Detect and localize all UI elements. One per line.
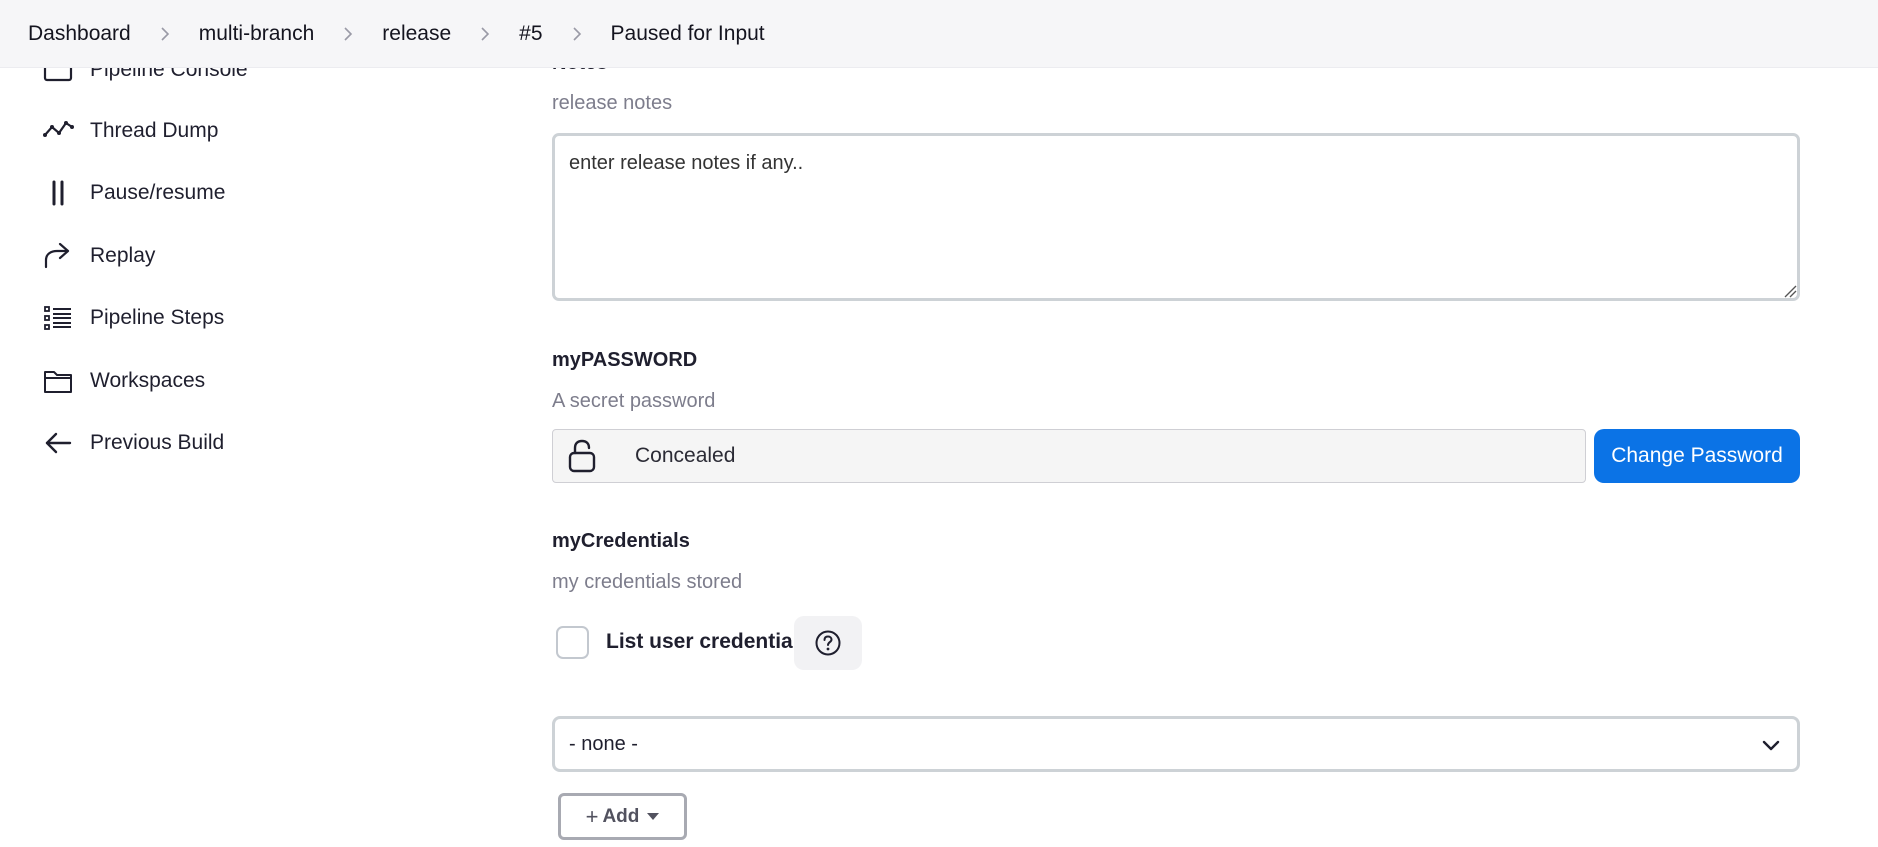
- add-button-label: Add: [602, 805, 640, 827]
- chevron-right-icon: [451, 26, 519, 42]
- chevron-right-icon: [314, 26, 382, 42]
- breadcrumb-item-build[interactable]: #5: [519, 22, 542, 46]
- breadcrumb-link[interactable]: #5: [519, 22, 542, 46]
- list-user-credentials-checkbox[interactable]: [556, 626, 589, 659]
- pause-icon: [40, 175, 76, 211]
- breadcrumb-current-label: Paused for Input: [610, 21, 765, 45]
- folder-icon: [40, 363, 76, 399]
- breadcrumb-item-multi-branch[interactable]: multi-branch: [199, 22, 315, 46]
- plus-icon: +: [585, 803, 599, 829]
- breadcrumb-item-current: Paused for Input: [611, 22, 765, 46]
- sidebar-item-label: Workspaces: [90, 369, 206, 392]
- breadcrumb-item-release[interactable]: release: [382, 22, 451, 46]
- help-button[interactable]: [794, 616, 862, 670]
- caret-down-icon: [647, 813, 660, 820]
- password-title: myPASSWORD: [552, 349, 698, 371]
- change-password-button[interactable]: Change Password: [1594, 429, 1800, 483]
- question-circle-icon: [815, 630, 841, 656]
- line-chart-icon: [40, 113, 76, 149]
- sidebar-item-previous-build[interactable]: Previous Build: [40, 423, 224, 463]
- chevron-down-icon: [1762, 740, 1780, 751]
- add-credentials-button[interactable]: + Add: [558, 793, 687, 840]
- breadcrumb-link[interactable]: multi-branch: [199, 22, 315, 46]
- sidebar-item-workspaces[interactable]: Workspaces: [40, 361, 205, 401]
- password-description: A secret password: [552, 390, 716, 412]
- password-concealed-field: Concealed: [552, 429, 1586, 483]
- arrow-left-icon: [40, 425, 76, 461]
- list-steps-icon: [40, 300, 76, 336]
- sidebar-item-label: Pause/resume: [90, 181, 226, 204]
- breadcrumb: Dashboard multi-branch release #5 Paused…: [0, 0, 1878, 68]
- notes-description: release notes: [552, 92, 673, 114]
- list-user-credentials-label[interactable]: List user credentials: [606, 630, 810, 654]
- sidebar-item-pause-resume[interactable]: Pause/resume: [40, 173, 225, 213]
- password-value: Concealed: [635, 444, 736, 467]
- credentials-title: myCredentials: [552, 530, 690, 552]
- chevron-right-icon: [131, 26, 199, 42]
- sidebar-item-label: Thread Dump: [90, 119, 219, 142]
- sidebar-item-label: Pipeline Steps: [90, 306, 225, 329]
- sidebar-item-label: Replay: [90, 244, 156, 267]
- breadcrumb-link[interactable]: release: [382, 22, 451, 46]
- sidebar-item-thread-dump[interactable]: Thread Dump: [40, 111, 218, 151]
- sidebar-item-label: Previous Build: [90, 431, 225, 454]
- lock-icon: [567, 438, 597, 474]
- sidebar-item-pipeline-steps[interactable]: Pipeline Steps: [40, 298, 224, 338]
- credentials-select-value: - none -: [569, 732, 638, 755]
- sidebar: Pipeline Console Thread Dump Pause/resum…: [0, 0, 520, 847]
- resize-grip-icon[interactable]: [1783, 284, 1797, 298]
- credentials-description: my credentials stored: [552, 571, 743, 593]
- chevron-right-icon: [543, 26, 611, 42]
- breadcrumb-item-dashboard[interactable]: Dashboard: [28, 22, 131, 46]
- notes-textarea[interactable]: enter release notes if any..: [552, 133, 1800, 301]
- breadcrumb-link[interactable]: Dashboard: [28, 22, 131, 46]
- sidebar-item-replay[interactable]: Replay: [40, 236, 155, 276]
- credentials-select[interactable]: - none -: [552, 716, 1800, 772]
- replay-arrow-icon: [40, 238, 76, 274]
